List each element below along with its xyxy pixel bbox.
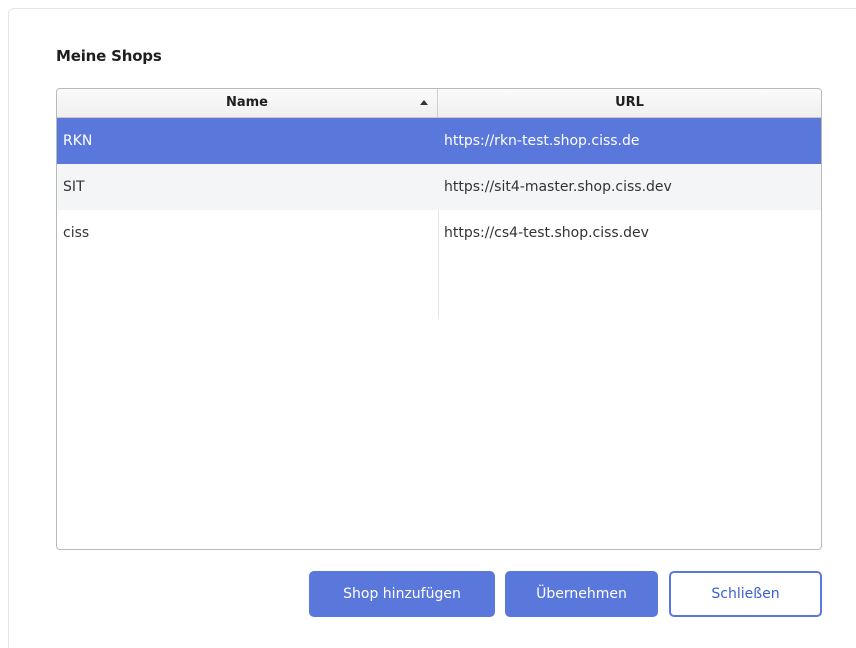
- column-header-url[interactable]: URL: [438, 89, 821, 117]
- sort-ascending-icon: [420, 100, 428, 105]
- close-button[interactable]: Schließen: [669, 571, 822, 617]
- cell-name: ciss: [63, 225, 90, 241]
- cell-name: RKN: [63, 133, 93, 149]
- cell-url: https://cs4-test.shop.ciss.dev: [444, 225, 649, 241]
- column-header-url-label: URL: [615, 95, 644, 110]
- table-row[interactable]: SIT https://sit4-master.shop.ciss.dev: [57, 164, 821, 210]
- add-shop-button[interactable]: Shop hinzufügen: [309, 571, 495, 617]
- apply-button[interactable]: Übernehmen: [505, 571, 658, 617]
- table-body: RKN https://rkn-test.shop.ciss.de SIT ht…: [57, 118, 821, 256]
- column-header-name[interactable]: Name: [57, 89, 438, 117]
- column-header-name-label: Name: [225, 95, 268, 110]
- cell-url: https://sit4-master.shop.ciss.dev: [444, 179, 672, 195]
- cell-url: https://rkn-test.shop.ciss.de: [444, 133, 640, 149]
- dialog-title: Meine Shops: [56, 47, 162, 65]
- table-header: Name URL: [57, 89, 821, 118]
- table-row[interactable]: ciss https://cs4-test.shop.ciss.dev: [57, 210, 821, 256]
- table-row[interactable]: RKN https://rkn-test.shop.ciss.de: [57, 118, 821, 164]
- shops-table: Name URL RKN https://rkn-test.shop.ciss.…: [56, 88, 822, 550]
- cell-name: SIT: [63, 179, 85, 195]
